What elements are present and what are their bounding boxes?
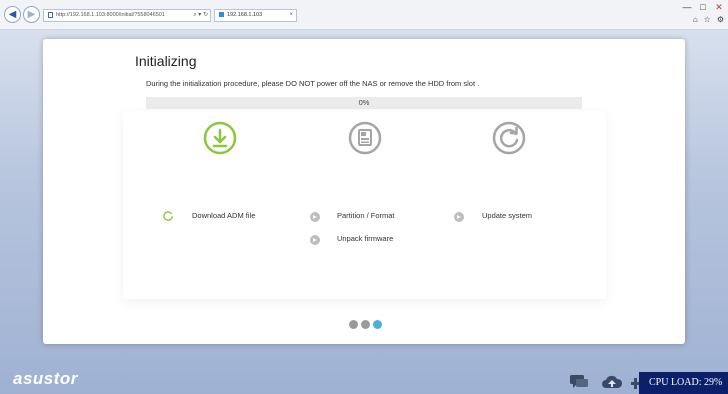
arrow-right-icon bbox=[310, 212, 320, 222]
address-bar[interactable]: http://192.168.1.103:8000/initial/?55804… bbox=[43, 9, 211, 22]
forward-button[interactable]: ▶ bbox=[23, 6, 40, 23]
progress-bar: 0% bbox=[146, 97, 582, 109]
browser-tab[interactable]: 192.168.1.103 × bbox=[214, 9, 297, 22]
task-download-adm: Download ADM file bbox=[192, 211, 256, 220]
task-update-system: Update system bbox=[482, 211, 533, 220]
page-icon bbox=[48, 11, 53, 18]
browser-tools: ⌂ ☆ ⚙ bbox=[693, 15, 724, 24]
home-icon[interactable]: ⌂ bbox=[693, 15, 698, 24]
address-text: http://192.168.1.103:8000/initial/?55804… bbox=[56, 12, 165, 18]
loading-spinner-icon bbox=[163, 211, 173, 221]
refresh-icon bbox=[492, 121, 526, 155]
tab-close-button[interactable]: × bbox=[289, 10, 293, 21]
download-icon bbox=[203, 121, 237, 155]
minimize-button[interactable]: — bbox=[682, 2, 692, 13]
gear-icon[interactable]: ⚙ bbox=[717, 15, 724, 24]
cloud-upload-icon[interactable] bbox=[601, 375, 623, 389]
arrow-right-icon bbox=[310, 235, 320, 245]
asustor-logo: asustor bbox=[13, 369, 78, 388]
window-controls: — □ ✕ bbox=[682, 2, 724, 13]
address-controls[interactable]: ⌕ ▾ ↻ bbox=[193, 10, 208, 21]
chat-icon[interactable] bbox=[569, 374, 589, 390]
cpu-load-indicator: CPU LOAD: 29% bbox=[639, 372, 728, 394]
browser-chrome: ◀ ▶ http://192.168.1.103:8000/initial/?5… bbox=[0, 0, 728, 30]
arrow-left-icon: ◀ bbox=[8, 8, 17, 20]
page-dot[interactable] bbox=[361, 320, 370, 329]
tab-title: 192.168.1.103 bbox=[227, 12, 263, 18]
page-dot[interactable] bbox=[349, 320, 358, 329]
maximize-button[interactable]: □ bbox=[698, 2, 708, 13]
task-partition-format: Partition / Format bbox=[337, 211, 395, 220]
page-indicator bbox=[349, 320, 382, 329]
back-button[interactable]: ◀ bbox=[4, 6, 21, 23]
page-dot-active[interactable] bbox=[373, 320, 382, 329]
warning-text: During the initialization procedure, ple… bbox=[146, 79, 480, 88]
task-unpack-firmware: Unpack firmware bbox=[337, 234, 394, 243]
disk-icon bbox=[348, 121, 382, 155]
steps-panel: Download ADM file Partition / Format Unp… bbox=[123, 111, 606, 299]
favicon-icon bbox=[219, 12, 224, 18]
progress-percent: 0% bbox=[358, 98, 370, 107]
arrow-right-icon: ▶ bbox=[27, 8, 36, 20]
star-icon[interactable]: ☆ bbox=[704, 15, 711, 24]
close-window-button[interactable]: ✕ bbox=[714, 2, 724, 13]
page-title: Initializing bbox=[135, 53, 197, 69]
initializing-dialog: Initializing During the initialization p… bbox=[43, 39, 685, 344]
plus-icon[interactable] bbox=[631, 376, 639, 390]
arrow-right-icon bbox=[454, 212, 464, 222]
